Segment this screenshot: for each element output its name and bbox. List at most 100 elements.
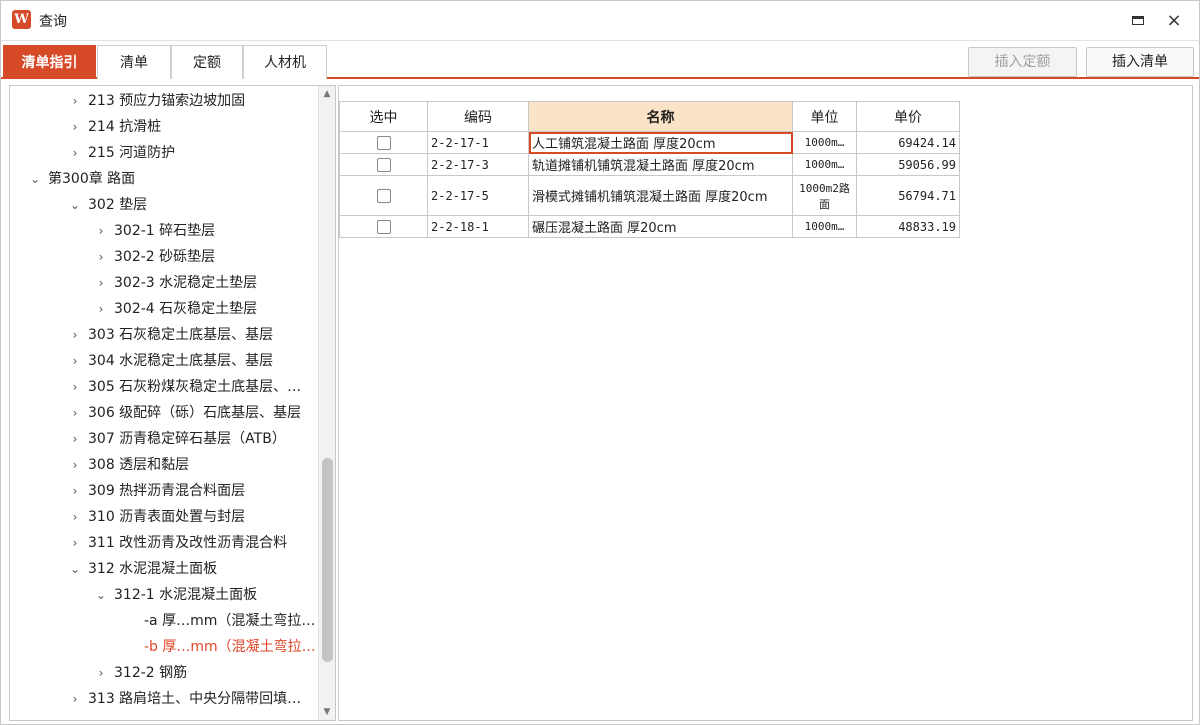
tab-labor-material-machine[interactable]: 人材机 [243,45,327,79]
chevron-right-icon[interactable]: › [68,452,82,478]
tree-item[interactable]: ⌄ 312-1 水泥混凝土面板 [94,582,257,608]
tree-item[interactable]: › 310 沥青表面处置与封层 [68,504,246,530]
result-table: 选中 编码 名称 单位 单价 2-2-17-1 人工铺筑混凝土路面 厚度20cm… [339,101,960,238]
code-cell: 2-2-17-5 [427,175,529,216]
chevron-right-icon[interactable]: › [68,686,82,712]
guide-tree: › 213 预应力锚索边坡加固 › 214 抗滑桩 › 215 河道防护 ⌄ 第300章 路面… [9,85,336,721]
chevron-right-icon[interactable]: › [94,660,108,686]
window-title: 查询 [39,14,67,30]
scroll-thumb[interactable] [322,458,333,662]
tree-item[interactable]: › 304 水泥稳定土底基层、基层 [68,348,274,374]
chevron-down-icon[interactable]: ⌄ [68,192,82,218]
price-cell: 69424.14 [856,131,960,154]
header-name[interactable]: 名称 [528,101,793,132]
chevron-right-icon[interactable]: › [68,140,82,166]
tree-item-label: 312 水泥混凝土面板 [88,561,218,577]
tree-item-label: 310 沥青表面处置与封层 [88,509,246,525]
select-cell[interactable] [339,131,428,154]
select-cell[interactable] [339,175,428,216]
tree-item[interactable]: › 302-4 石灰稳定土垫层 [94,296,258,322]
unit-cell: 1000m… [792,153,857,176]
chevron-right-icon[interactable]: › [68,114,82,140]
tab-list-guide[interactable]: 清单指引 [3,45,96,79]
table-row[interactable]: 2-2-17-5 滑模式摊铺机铺筑混凝土路面 厚度20cm 1000m2路面 5… [339,175,960,216]
tree-item[interactable]: › 215 河道防护 [68,140,176,166]
row-checkbox[interactable] [376,135,391,150]
tree-item[interactable]: › 302-2 砂砾垫层 [94,244,216,270]
price-cell: 56794.71 [856,175,960,216]
maximize-button[interactable] [1123,7,1153,35]
header-unit[interactable]: 单位 [792,101,857,132]
tree-item[interactable]: › 302-3 水泥稳定土垫层 [94,270,258,296]
row-checkbox[interactable] [376,219,391,234]
tree-item[interactable]: ⌄ 第300章 路面 [28,166,135,192]
code-cell: 2-2-17-3 [427,153,529,176]
chevron-right-icon[interactable]: › [68,374,82,400]
tree-item-label: 313 路肩培土、中央分隔带回填… [88,691,302,707]
chevron-down-icon[interactable]: ⌄ [28,166,42,192]
chevron-right-icon[interactable]: › [94,218,108,244]
chevron-right-icon[interactable]: › [68,426,82,452]
header-select[interactable]: 选中 [339,101,428,132]
chevron-right-icon[interactable]: › [68,504,82,530]
tree-item[interactable]: ⌄ 312 水泥混凝土面板 [68,556,217,582]
tree-item[interactable]: -b 厚…mm（混凝土弯拉… [138,634,316,660]
table-row[interactable]: 2-2-18-1 碾压混凝土路面 厚20cm 1000m… 48833.19 [339,215,960,238]
tree-scrollbar[interactable]: ▲ ▼ [318,86,335,720]
chevron-right-icon[interactable]: › [94,244,108,270]
table-row[interactable]: 2-2-17-1 人工铺筑混凝土路面 厚度20cm 1000m… 69424.1… [339,131,960,154]
tree-item[interactable]: › 308 透层和黏层 [68,452,190,478]
tab-bar: 清单指引 清单 定额 人材机 插入定额 插入清单 [1,43,1199,79]
tree-item[interactable]: › 306 级配碎（砾）石底基层、基层 [68,400,302,426]
header-code[interactable]: 编码 [427,101,529,132]
chevron-right-icon[interactable]: › [68,322,82,348]
name-cell: 轨道摊铺机铺筑混凝土路面 厚度20cm [528,153,793,176]
scroll-down-icon[interactable]: ▼ [319,704,335,720]
tree-item-label: 302-3 水泥稳定土垫层 [114,275,258,291]
tree-item-label: 213 预应力锚索边坡加固 [88,93,246,109]
tree-item[interactable]: › 312-2 钢筋 [94,660,188,686]
tree-item[interactable]: › 302-1 碎石垫层 [94,218,216,244]
tree-item-label: 215 河道防护 [88,145,176,161]
chevron-right-icon[interactable]: › [94,296,108,322]
scroll-up-icon[interactable]: ▲ [319,86,335,102]
maximize-icon [1132,16,1144,25]
tree-item-label: 第300章 路面 [48,171,136,187]
tree-item-label: 308 透层和黏层 [88,457,190,473]
chevron-right-icon[interactable]: › [68,88,82,114]
select-cell[interactable] [339,215,428,238]
tree-item[interactable]: › 213 预应力锚索边坡加固 [68,88,246,114]
chevron-down-icon[interactable]: ⌄ [68,556,82,582]
tree-item-label: 311 改性沥青及改性沥青混合料 [88,535,288,551]
tree-item[interactable]: › 214 抗滑桩 [68,114,162,140]
unit-cell: 1000m… [792,215,857,238]
insert-quota-button[interactable]: 插入定额 [968,47,1077,77]
tree-item[interactable]: › 313 路肩培土、中央分隔带回填… [68,686,302,712]
header-price[interactable]: 单价 [856,101,960,132]
row-checkbox[interactable] [376,188,391,203]
tree-item[interactable]: › 305 石灰粉煤灰稳定土底基层、… [68,374,302,400]
insert-list-button[interactable]: 插入清单 [1086,47,1194,77]
chevron-down-icon[interactable]: ⌄ [94,582,108,608]
chevron-right-icon[interactable]: › [68,478,82,504]
table-row[interactable]: 2-2-17-3 轨道摊铺机铺筑混凝土路面 厚度20cm 1000m… 5905… [339,153,960,176]
tree-item[interactable]: › 307 沥青稳定碎石基层（ATB） [68,426,286,452]
tab-list[interactable]: 清单 [97,45,171,79]
row-checkbox[interactable] [376,157,391,172]
chevron-right-icon[interactable]: › [68,400,82,426]
tree-item[interactable]: › 303 石灰稳定土底基层、基层 [68,322,274,348]
select-cell[interactable] [339,153,428,176]
tree-item-label: 214 抗滑桩 [88,119,162,135]
tree-item[interactable]: › 311 改性沥青及改性沥青混合料 [68,530,288,556]
tab-quota[interactable]: 定额 [171,45,243,79]
chevron-right-icon[interactable]: › [68,530,82,556]
chevron-right-icon[interactable]: › [68,348,82,374]
chevron-right-icon[interactable]: › [94,270,108,296]
tree-item[interactable]: -a 厚…mm（混凝土弯拉… [138,608,315,634]
close-button[interactable]: × [1159,7,1189,35]
name-cell: 人工铺筑混凝土路面 厚度20cm [528,131,793,154]
tree-item[interactable]: ⌄ 302 垫层 [68,192,147,218]
tree-item-label: 312-1 水泥混凝土面板 [114,587,258,603]
tree-item-label: 306 级配碎（砾）石底基层、基层 [88,405,302,421]
tree-item[interactable]: › 309 热拌沥青混合料面层 [68,478,246,504]
